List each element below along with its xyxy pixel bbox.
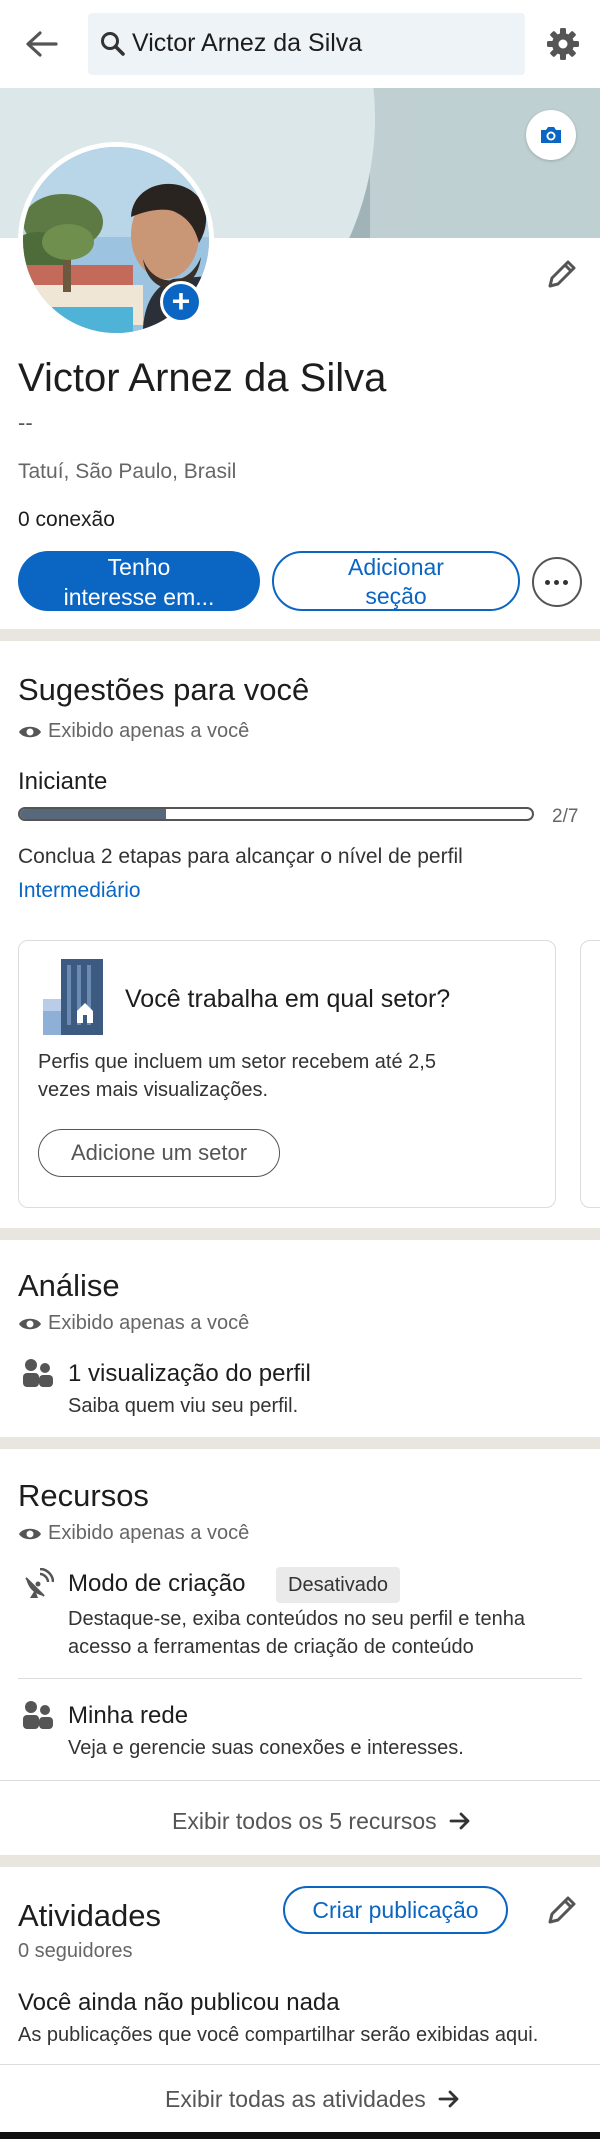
list-separator	[0, 1780, 600, 1781]
profile-location: Tatuí, São Paulo, Brasil	[18, 460, 237, 483]
suggestions-visibility-text: Exibido apenas a você	[48, 720, 250, 742]
no-posts-title: Você ainda não publicou nada	[18, 1989, 340, 2016]
progress-hint: Conclua 2 etapas para alcançar o nível d…	[18, 845, 463, 868]
edit-intro-pencil-icon[interactable]	[544, 256, 580, 292]
add-section-label-line2: seção	[365, 583, 427, 609]
bottom-edge	[0, 2132, 600, 2139]
profile-progress-fill	[20, 809, 167, 819]
add-section-button[interactable]: Adicionar seção	[272, 551, 520, 611]
eye-icon	[19, 1528, 41, 1540]
creator-mode-link[interactable]: Modo de criação	[68, 1570, 245, 1598]
followers-count: 0 seguidores	[18, 1940, 133, 1962]
profile-views-link[interactable]: 1 visualização do perfil	[68, 1360, 311, 1388]
open-to-button[interactable]: Tenho interesse em...	[18, 551, 260, 611]
add-photo-plus-icon[interactable]: +	[160, 281, 202, 323]
section-divider	[0, 629, 600, 641]
add-section-label-line1: Adicionar	[348, 554, 444, 580]
card-title: Você trabalha em qual setor?	[125, 985, 451, 1013]
no-posts-sub: As publicações que você compartilhar ser…	[18, 2024, 539, 2046]
my-network-link[interactable]: Minha rede	[68, 1702, 188, 1730]
resources-visibility: Exibido apenas a você	[18, 1522, 249, 1545]
building-icon	[43, 959, 103, 1035]
people-icon	[22, 1700, 54, 1735]
arrow-right-icon	[438, 2090, 459, 2108]
more-icon[interactable]	[532, 557, 582, 607]
resources-visibility-text: Exibido apenas a você	[48, 1522, 250, 1544]
suggestions-title: Sugestões para você	[18, 672, 310, 707]
show-all-activity-button[interactable]: Exibir todas as atividades	[165, 2086, 460, 2113]
open-to-label-line2: interesse em...	[63, 584, 215, 610]
card-body-line2: vezes mais visualizações.	[38, 1079, 269, 1101]
list-separator	[18, 1678, 582, 1679]
open-to-label-line1: Tenho	[107, 554, 171, 580]
creator-mode-desc-line1: Destaque-se, exiba conteúdos no seu perf…	[68, 1608, 525, 1630]
profile-views-sub: Saiba quem viu seu perfil.	[68, 1395, 299, 1417]
profile-level: Iniciante	[18, 768, 108, 795]
search-query: Victor Arnez da Silva	[132, 29, 363, 57]
activity-title: Atividades	[18, 1898, 162, 1933]
show-all-resources-label: Exibir todos os 5 recursos	[172, 1808, 437, 1834]
edit-activity-pencil-icon[interactable]	[544, 1892, 580, 1928]
analytics-title: Análise	[18, 1268, 120, 1303]
section-divider	[0, 1437, 600, 1449]
analytics-visibility-text: Exibido apenas a você	[48, 1312, 250, 1334]
suggestions-visibility: Exibido apenas a você	[18, 720, 249, 743]
my-network-sub: Veja e gerencie suas conexões e interess…	[68, 1737, 464, 1759]
arrow-right-icon	[449, 1812, 470, 1830]
eye-icon	[19, 1318, 41, 1330]
progress-label: 2/7	[552, 806, 579, 827]
create-post-button[interactable]: Criar publicação	[283, 1886, 508, 1934]
search-input[interactable]: Victor Arnez da Silva	[88, 13, 525, 75]
show-all-activity-label: Exibir todas as atividades	[165, 2086, 426, 2112]
card-body-line1: Perfis que incluem um setor recebem até …	[38, 1051, 436, 1073]
resources-title: Recursos	[18, 1478, 149, 1513]
creator-mode-desc-line2: acesso a ferramentas de criação de conte…	[68, 1636, 474, 1658]
add-sector-button[interactable]: Adicione um setor	[38, 1129, 280, 1177]
next-level-link[interactable]: Intermediário	[18, 879, 141, 903]
connections-count[interactable]: 0 conexão	[18, 508, 115, 532]
gear-icon[interactable]	[545, 24, 581, 64]
people-icon	[22, 1358, 54, 1393]
camera-icon[interactable]	[526, 110, 576, 160]
search-icon	[101, 32, 125, 56]
show-all-resources-button[interactable]: Exibir todos os 5 recursos	[172, 1808, 471, 1835]
back-arrow-icon[interactable]	[22, 24, 62, 64]
next-suggestion-card[interactable]	[580, 940, 600, 1208]
satellite-dish-icon	[22, 1567, 55, 1605]
eye-icon	[19, 726, 41, 738]
section-divider	[0, 1228, 600, 1240]
creator-mode-status-badge: Desativado	[276, 1567, 401, 1603]
profile-headline: --	[18, 410, 33, 435]
profile-name: Victor Arnez da Silva	[18, 356, 387, 400]
profile-progress-bar	[18, 807, 534, 821]
analytics-visibility: Exibido apenas a você	[18, 1312, 249, 1335]
top-bar: Victor Arnez da Silva	[0, 0, 600, 88]
suggestion-card: Você trabalha em qual setor? Perfis que …	[18, 940, 556, 1208]
section-divider	[0, 1855, 600, 1867]
list-separator	[0, 2064, 600, 2065]
